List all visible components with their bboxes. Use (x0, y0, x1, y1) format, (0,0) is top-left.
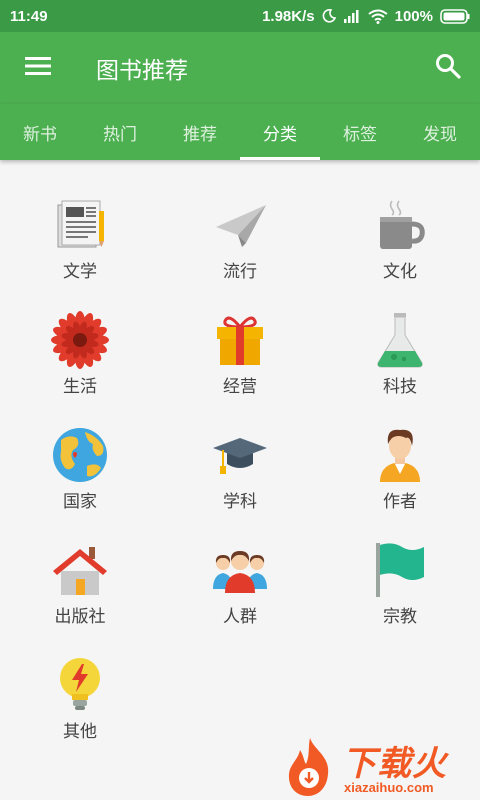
search-button[interactable] (416, 32, 480, 104)
menu-button[interactable] (0, 32, 76, 104)
newspaper-icon (50, 195, 110, 255)
category-label: 其他 (63, 722, 97, 742)
watermark-url: xiazaihuo.com (344, 780, 434, 795)
category-item[interactable]: 人群 (160, 540, 320, 640)
category-label: 生活 (63, 377, 97, 397)
graduation-cap-icon (210, 425, 270, 485)
signal-icon (343, 9, 361, 23)
app-title: 图书推荐 (96, 58, 188, 84)
net-speed: 1.98K/s (262, 7, 315, 25)
category-label: 出版社 (54, 607, 106, 627)
tab-5[interactable]: 发现 (400, 104, 480, 160)
tab-1[interactable]: 热门 (80, 104, 160, 160)
category-item[interactable]: 流行 (160, 195, 320, 295)
category-item[interactable]: 生活 (0, 310, 160, 410)
tab-3[interactable]: 分类 (240, 104, 320, 160)
globe-icon (50, 425, 110, 485)
tab-bar: 新书 热门 推荐 分类 标签 发现 (0, 104, 480, 160)
watermark: 下载火 xiazaihuo.com (280, 734, 480, 800)
category-item[interactable]: 作者 (320, 425, 480, 525)
category-label: 国家 (63, 492, 97, 512)
category-item[interactable]: 学科 (160, 425, 320, 525)
lightbulb-icon (50, 655, 110, 715)
category-item[interactable]: 经营 (160, 310, 320, 410)
status-bar: 11:49 1.98K/s 100% (0, 0, 480, 32)
flask-icon (370, 310, 430, 370)
category-label: 作者 (383, 492, 417, 512)
search-icon (435, 53, 461, 83)
watermark-text: 下载火 (342, 744, 447, 784)
moon-icon (322, 9, 336, 23)
category-item[interactable]: 科技 (320, 310, 480, 410)
tab-0[interactable]: 新书 (0, 104, 80, 160)
category-item[interactable]: 文学 (0, 195, 160, 295)
flag-icon (370, 540, 430, 600)
gift-box-icon (210, 310, 270, 370)
category-label: 人群 (223, 607, 257, 627)
battery-icon (440, 8, 470, 24)
people-group-icon (210, 540, 270, 600)
category-label: 文学 (63, 262, 97, 282)
paper-plane-icon (210, 195, 270, 255)
house-icon (50, 540, 110, 600)
fire-logo-icon (288, 738, 329, 796)
app-bar: 图书推荐 (0, 32, 480, 104)
category-label: 文化 (383, 262, 417, 282)
tab-2[interactable]: 推荐 (160, 104, 240, 160)
status-time: 11:49 (10, 7, 48, 25)
category-item[interactable]: 国家 (0, 425, 160, 525)
category-item[interactable]: 出版社 (0, 540, 160, 640)
category-item[interactable]: 宗教 (320, 540, 480, 640)
flower-icon (50, 310, 110, 370)
person-icon (370, 425, 430, 485)
menu-icon (25, 56, 51, 80)
category-label: 经营 (223, 377, 257, 397)
battery-percent: 100% (394, 7, 433, 25)
coffee-cup-icon (370, 195, 430, 255)
category-item[interactable]: 其他 (0, 655, 160, 755)
category-label: 流行 (223, 262, 257, 282)
category-label: 学科 (223, 492, 257, 512)
category-item[interactable]: 文化 (320, 195, 480, 295)
tab-4[interactable]: 标签 (320, 104, 400, 160)
category-label: 宗教 (383, 607, 417, 627)
category-label: 科技 (383, 377, 417, 397)
wifi-icon (368, 9, 388, 24)
